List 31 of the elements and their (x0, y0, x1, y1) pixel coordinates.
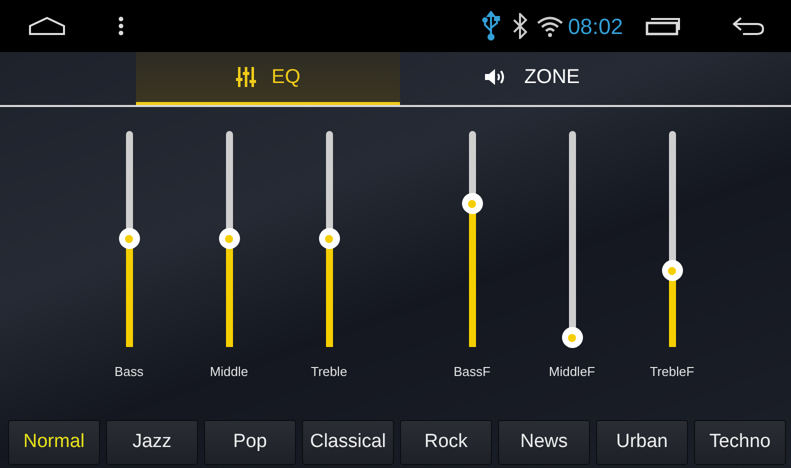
tab[interactable]: EQ (136, 52, 400, 105)
back-icon[interactable] (731, 15, 765, 37)
preset-button[interactable]: Rock (400, 420, 492, 465)
preset-button[interactable]: Normal (8, 420, 100, 465)
wifi-icon (536, 15, 564, 37)
slider-thumb[interactable] (218, 228, 240, 249)
slider-label: BassF (454, 363, 490, 381)
sliders-icon (236, 66, 256, 88)
preset-button[interactable]: Pop (204, 420, 296, 465)
preset-button[interactable]: Urban (596, 420, 688, 465)
preset-button[interactable]: News (498, 420, 590, 465)
preset-button[interactable]: Jazz (106, 420, 198, 465)
slider-thumb[interactable] (462, 193, 482, 214)
slider-label: Bass (114, 363, 144, 381)
slider-thumb[interactable] (662, 260, 682, 282)
recent-apps-icon[interactable] (645, 16, 681, 36)
slider-label: Treble (310, 363, 348, 381)
usb-icon (482, 11, 500, 41)
slider-label: MiddleF (548, 363, 596, 381)
preset-button[interactable]: Techno (694, 420, 786, 465)
slider-label: Middle (210, 363, 248, 381)
tab[interactable]: ZONE (400, 52, 664, 105)
slider-thumb[interactable] (318, 228, 340, 249)
menu-icon[interactable] (118, 16, 124, 36)
slider-thumb[interactable] (562, 327, 582, 348)
bluetooth-icon (512, 13, 528, 39)
slider-thumb[interactable] (118, 228, 140, 249)
home-icon[interactable] (28, 16, 66, 36)
clock-time: 08:02 (568, 12, 623, 40)
preset-button[interactable]: Classical (302, 420, 394, 465)
slider-label: TrebleF (650, 363, 694, 381)
